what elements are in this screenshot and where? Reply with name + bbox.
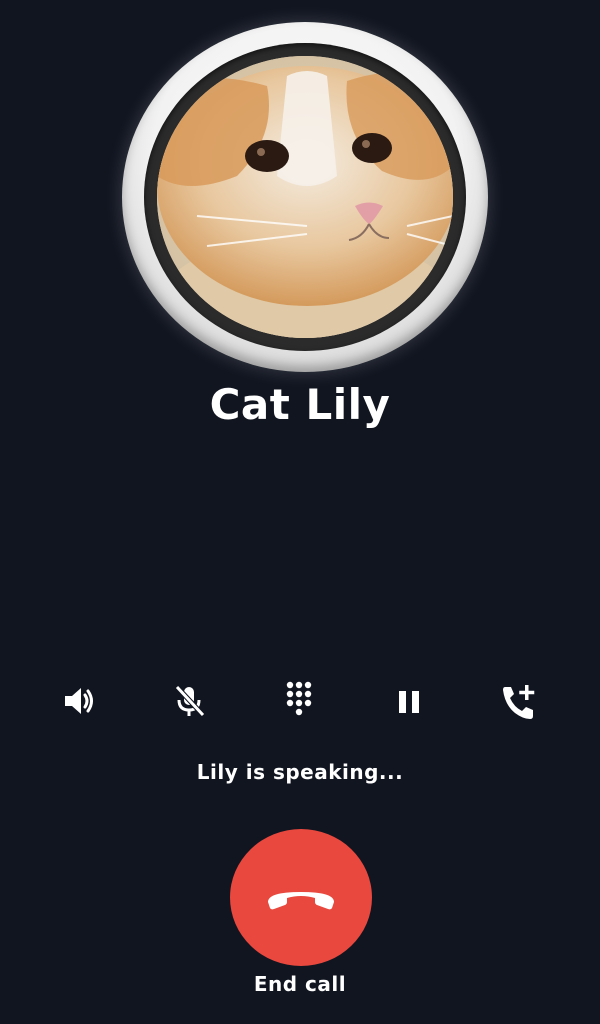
pause-icon bbox=[399, 691, 419, 713]
end-call-button[interactable] bbox=[230, 829, 372, 966]
dialpad-icon bbox=[286, 681, 312, 716]
avatar bbox=[157, 56, 453, 338]
end-call-label: End call bbox=[253, 972, 347, 996]
mute-button[interactable] bbox=[164, 676, 214, 726]
keypad-button[interactable] bbox=[274, 676, 324, 726]
call-status: Lily is speaking... bbox=[196, 760, 404, 784]
cat-photo bbox=[157, 56, 453, 338]
add-call-button[interactable] bbox=[494, 676, 544, 726]
caller-name: Cat Lily bbox=[209, 380, 391, 429]
hang-up-icon bbox=[268, 891, 334, 909]
speaker-icon bbox=[65, 688, 93, 714]
add-call-icon bbox=[503, 685, 535, 719]
avatar-frame bbox=[122, 22, 488, 372]
hold-button[interactable] bbox=[384, 676, 434, 726]
speaker-button[interactable] bbox=[54, 676, 104, 726]
avatar-border bbox=[144, 43, 466, 351]
call-screen: Cat Lily Lily is speaking... End call bbox=[0, 0, 600, 1024]
call-controls bbox=[0, 676, 600, 726]
microphone-off-icon bbox=[175, 685, 205, 717]
